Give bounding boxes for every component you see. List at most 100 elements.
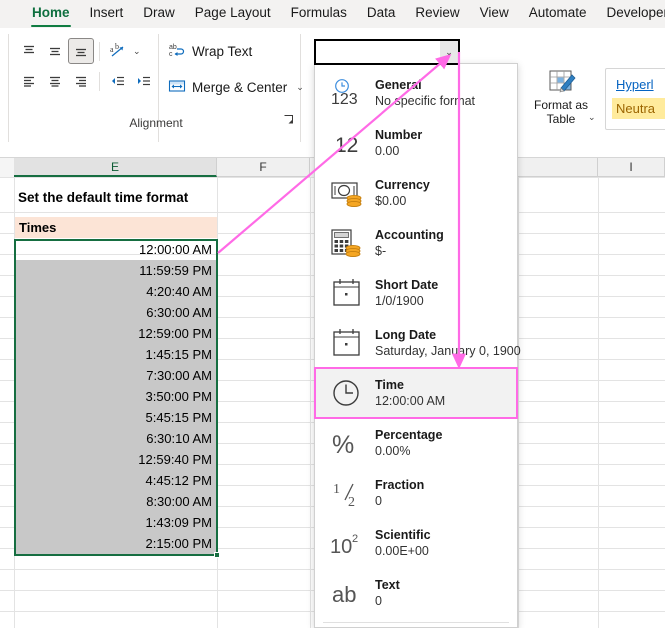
wrap-text-button[interactable]: ab c Wrap Text [168,37,304,65]
dropdown-item-sample: 0.00% [375,443,411,458]
dropdown-item-text: General No specific format [371,77,475,110]
dropdown-item-number[interactable]: 12 Number 0.00 [315,118,517,168]
align-right-button[interactable] [68,68,94,94]
dropdown-item-text: Text 0 [371,577,400,610]
grid-vline [217,177,218,628]
dropdown-item-title: Time [375,377,404,392]
column-header-f[interactable]: F [217,158,310,177]
align-bottom-button[interactable] [68,38,94,64]
cell-e2-header[interactable]: Times [15,217,217,238]
decrease-indent-button[interactable] [105,68,131,94]
dropdown-item-general[interactable]: 123 General No specific format [315,68,517,118]
column-header-hidden[interactable] [518,158,598,177]
cell-time-value[interactable]: 6:30:10 AM [16,428,216,449]
ribbon-tab-data[interactable]: Data [357,0,406,28]
chevron-down-icon[interactable]: ⌄ [296,82,304,93]
ribbon-tab-draw[interactable]: Draw [133,0,185,28]
ribbon-tab-page-layout[interactable]: Page Layout [185,0,281,28]
dropdown-item-currency[interactable]: Currency $0.00 [315,168,517,218]
dropdown-item-text: Long Date Saturday, January 0, 1900 [371,327,521,360]
align-top-button[interactable] [16,38,42,64]
chevron-down-icon[interactable]: ⌄ [588,112,596,123]
grid-vline [598,177,599,628]
fraction-icon: 12 [325,474,371,512]
dropdown-item-short-date[interactable]: Short Date 1/0/1900 [315,268,517,318]
svg-text:123: 123 [331,91,358,108]
svg-text:ab: ab [169,44,177,51]
cell-style-neutral[interactable]: Neutra [612,98,665,119]
dropdown-item-sample: $0.00 [375,193,407,208]
cell-time-value[interactable]: 3:50:00 PM [16,386,216,407]
ribbon-tab-home[interactable]: Home [22,0,80,28]
alignment-row-vertical: a b ⌄ [16,36,157,66]
dropdown-item-title: Percentage [375,427,443,442]
increase-indent-button[interactable] [131,68,157,94]
dropdown-item-title: Fraction [375,477,425,492]
dropdown-item-fraction[interactable]: 1 2 Fraction 0 [315,468,517,518]
align-middle-button[interactable] [42,38,68,64]
merge-center-label: Merge & Center [192,79,288,95]
alignment-dialog-launcher[interactable] [283,114,294,128]
cell-time-value[interactable]: 8:30:00 AM [16,491,216,512]
svg-text:12: 12 [335,134,358,157]
cell-time-value[interactable]: 1:43:09 PM [16,512,216,533]
number-format-combobox[interactable]: ⌄ [314,39,460,65]
grid-vline [14,177,15,628]
dropdown-item-percentage[interactable]: % Percentage 0.00% [315,418,517,468]
svg-text:ab: ab [332,582,356,607]
cell-time-value[interactable]: 5:45:15 PM [16,407,216,428]
cell-e1-title[interactable]: Set the default time format [14,180,217,215]
cell-time-value[interactable]: 1:45:15 PM [16,344,216,365]
dropdown-item-long-date[interactable]: Long Date Saturday, January 0, 1900 [315,318,521,368]
dropdown-item-sample: Saturday, January 0, 1900 [375,343,521,358]
ribbon-tab-view[interactable]: View [470,0,519,28]
cell-style-hyperlink[interactable]: Hyperl [612,74,665,95]
selection-fill-handle[interactable] [214,552,220,558]
dropdown-item-sample: 0 [375,493,382,508]
more-number-formats-item[interactable]: More Number Formats... [315,623,517,628]
cell-time-value[interactable]: 4:20:40 AM [16,281,216,302]
format-as-table-button[interactable]: Format as Table [530,64,592,126]
alignment-commands: ab c Wrap Text Merge & Center ⌄ [168,37,304,101]
format-as-table-label-line1: Format as [533,98,588,112]
divider [99,41,100,61]
cell-time-value[interactable]: 7:30:00 AM [16,365,216,386]
cell-time-value[interactable]: 2:15:00 PM [16,533,216,554]
align-left-button[interactable] [16,68,42,94]
clock-123-icon: 123 [325,74,371,112]
align-center-button[interactable] [42,68,68,94]
ribbon-tab-insert[interactable]: Insert [80,0,134,28]
cell-time-value[interactable]: 6:30:00 AM [16,302,216,323]
ribbon-tab-automate[interactable]: Automate [519,0,597,28]
grid-vline [310,177,311,628]
merge-center-button[interactable]: Merge & Center ⌄ [168,73,304,101]
column-header-i[interactable]: I [598,158,665,177]
calendar-icon [325,324,371,362]
cell-time-value[interactable]: 12:00:00 AM [16,239,216,260]
dropdown-item-text[interactable]: ab Text 0 [315,568,517,618]
dropdown-item-time[interactable]: Time 12:00:00 AM [314,367,518,419]
svg-text:2: 2 [348,495,355,510]
dropdown-item-title: Scientific [375,527,431,542]
dropdown-item-scientific[interactable]: 10 2 Scientific 0.00E+00 [315,518,517,568]
dropdown-item-title: Number [375,127,423,142]
format-as-table-icon [530,64,592,98]
orientation-button[interactable]: a b [105,38,131,64]
cell-time-value[interactable]: 12:59:40 PM [16,449,216,470]
grid-vline [518,177,519,628]
cell-time-value[interactable]: 4:45:12 PM [16,470,216,491]
column-header-e[interactable]: E [14,158,217,177]
ribbon-tab-formulas[interactable]: Formulas [281,0,357,28]
ribbon-tab-review[interactable]: Review [405,0,469,28]
wrap-text-label: Wrap Text [192,43,253,59]
alignment-row-horizontal [16,66,157,96]
group-separator [8,34,9,142]
wrap-text-icon: ab c [168,41,186,62]
cell-time-value[interactable]: 11:59:59 PM [16,260,216,281]
ribbon-tab-developer[interactable]: Developer [597,0,665,28]
cell-time-value[interactable]: 12:59:00 PM [16,323,216,344]
dropdown-item-accounting[interactable]: Accounting $- [315,218,517,268]
chevron-down-icon[interactable]: ⌄ [440,41,458,63]
ribbon-tab-bar: Home Insert Draw Page Layout Formulas Data Rev… [0,0,665,28]
chevron-down-icon[interactable]: ⌄ [133,46,141,57]
